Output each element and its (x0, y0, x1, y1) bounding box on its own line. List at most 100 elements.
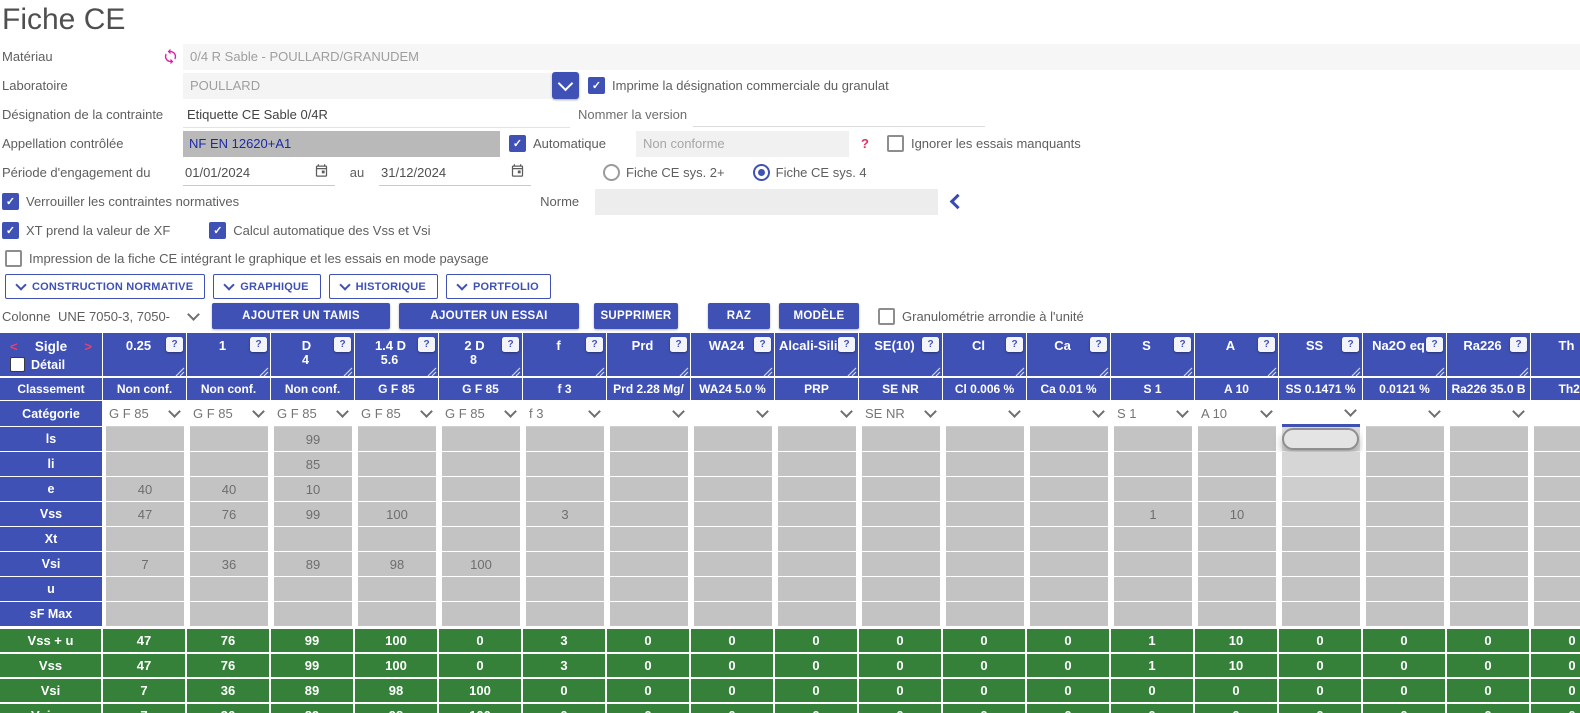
grid-cell[interactable]: 10 (274, 477, 352, 501)
grid-cell[interactable] (1366, 527, 1444, 551)
grid-cell[interactable] (442, 527, 520, 551)
appellation-input[interactable]: NF EN 12620+A1 (183, 131, 500, 157)
grid-cell[interactable] (442, 452, 520, 476)
colonne-select[interactable]: UNE 7050-3, 7050- (58, 309, 204, 324)
grid-cell[interactable]: 40 (190, 477, 268, 501)
column-resize-handle[interactable] (763, 365, 773, 375)
grid-cell[interactable] (1366, 552, 1444, 576)
grid-cell[interactable] (358, 452, 436, 476)
grid-cell[interactable] (610, 452, 688, 476)
grid-cell[interactable]: 85 (274, 452, 352, 476)
grid-cell[interactable] (526, 552, 604, 576)
grid-cell[interactable] (778, 427, 856, 451)
grid-cell[interactable] (862, 502, 940, 526)
grid-cell[interactable] (1534, 552, 1580, 576)
grid-cell[interactable] (1450, 502, 1528, 526)
grid-cell[interactable]: 100 (442, 552, 520, 576)
grid-cell[interactable] (610, 502, 688, 526)
categorie-select[interactable] (1030, 401, 1108, 427)
grid-cell[interactable] (1114, 452, 1192, 476)
grid-cell[interactable] (1114, 477, 1192, 501)
designation-input[interactable]: Etiquette CE Sable 0/4R (183, 102, 570, 128)
grid-cell[interactable] (358, 602, 436, 626)
grid-cell[interactable] (1114, 602, 1192, 626)
grid-cell[interactable] (610, 602, 688, 626)
grid-cell[interactable] (1534, 602, 1580, 626)
grid-cell[interactable] (946, 552, 1024, 576)
help-button[interactable]: ? (670, 337, 687, 352)
grid-cell[interactable] (1114, 427, 1192, 451)
date-debut-field[interactable]: 01/01/2024 (183, 160, 335, 186)
categorie-select[interactable]: S 1 (1114, 401, 1192, 427)
conformite-help[interactable]: ? (861, 136, 869, 151)
detail-checkbox[interactable] (10, 357, 25, 372)
grid-cell[interactable] (1282, 602, 1360, 626)
categorie-select[interactable] (1450, 401, 1528, 427)
grid-cell[interactable] (778, 527, 856, 551)
grid-cell[interactable] (862, 527, 940, 551)
grid-cell[interactable] (862, 602, 940, 626)
grid-cell[interactable] (1366, 502, 1444, 526)
grid-cell[interactable] (1534, 427, 1580, 451)
grid-cell[interactable] (778, 477, 856, 501)
help-button[interactable]: ? (754, 337, 771, 352)
grid-cell[interactable]: 99 (274, 502, 352, 526)
laboratoire-input[interactable]: POULLARD (183, 73, 551, 99)
grid-cell[interactable] (862, 452, 940, 476)
column-resize-handle[interactable] (931, 365, 941, 375)
help-button[interactable]: ? (1258, 337, 1275, 352)
grid-cell[interactable] (358, 527, 436, 551)
grid-cell[interactable] (862, 427, 940, 451)
column-resize-handle[interactable] (511, 365, 521, 375)
grid-cell[interactable] (358, 427, 436, 451)
grid-cell[interactable] (106, 427, 184, 451)
grid-cell[interactable] (1366, 477, 1444, 501)
column-resize-handle[interactable] (1435, 365, 1445, 375)
grid-cell[interactable] (778, 602, 856, 626)
grid-cell[interactable] (946, 577, 1024, 601)
panel-graphique[interactable]: GRAPHIQUE (213, 274, 320, 299)
calendar-icon[interactable] (314, 163, 329, 181)
grid-cell[interactable] (946, 502, 1024, 526)
grid-cell[interactable] (106, 577, 184, 601)
grid-cell[interactable] (610, 552, 688, 576)
grid-cell[interactable] (106, 452, 184, 476)
categorie-select[interactable]: G F 85 (358, 401, 436, 427)
column-resize-handle[interactable] (1015, 365, 1025, 375)
grid-cell[interactable] (1450, 477, 1528, 501)
grid-cell[interactable] (778, 502, 856, 526)
cell-editor[interactable] (1282, 428, 1359, 450)
help-button[interactable]: ? (418, 337, 435, 352)
grid-cell[interactable] (1030, 477, 1108, 501)
categorie-select[interactable]: G F 85 (106, 401, 184, 427)
categorie-select[interactable] (1534, 401, 1580, 427)
grid-cell[interactable] (526, 477, 604, 501)
grid-cell[interactable] (526, 452, 604, 476)
grid-cell[interactable] (1198, 527, 1276, 551)
xt-checkbox[interactable] (2, 222, 19, 239)
grid-cell[interactable] (610, 577, 688, 601)
grid-cell[interactable] (694, 502, 772, 526)
column-resize-handle[interactable] (343, 365, 353, 375)
grid-cell[interactable] (526, 527, 604, 551)
grid-cell[interactable] (1534, 577, 1580, 601)
grid-cell[interactable] (1282, 502, 1360, 526)
help-button[interactable]: ? (838, 337, 855, 352)
grid-cell[interactable] (1534, 502, 1580, 526)
help-button[interactable]: ? (922, 337, 939, 352)
column-resize-handle[interactable] (679, 365, 689, 375)
grid-cell[interactable] (1198, 602, 1276, 626)
granulometrie-arrondie-checkbox[interactable] (878, 308, 895, 325)
help-button[interactable]: ? (1510, 337, 1527, 352)
grid-cell[interactable] (442, 602, 520, 626)
grid-cell[interactable] (946, 452, 1024, 476)
grid-cell[interactable] (190, 577, 268, 601)
grid-cell[interactable]: 40 (106, 477, 184, 501)
help-button[interactable]: ? (1174, 337, 1191, 352)
grid-cell[interactable] (1198, 477, 1276, 501)
fiche-sys4-radio[interactable] (753, 164, 770, 181)
calcul-auto-checkbox[interactable] (209, 222, 226, 239)
categorie-select[interactable] (1366, 401, 1444, 427)
grid-cell[interactable] (274, 602, 352, 626)
column-resize-handle[interactable] (595, 365, 605, 375)
